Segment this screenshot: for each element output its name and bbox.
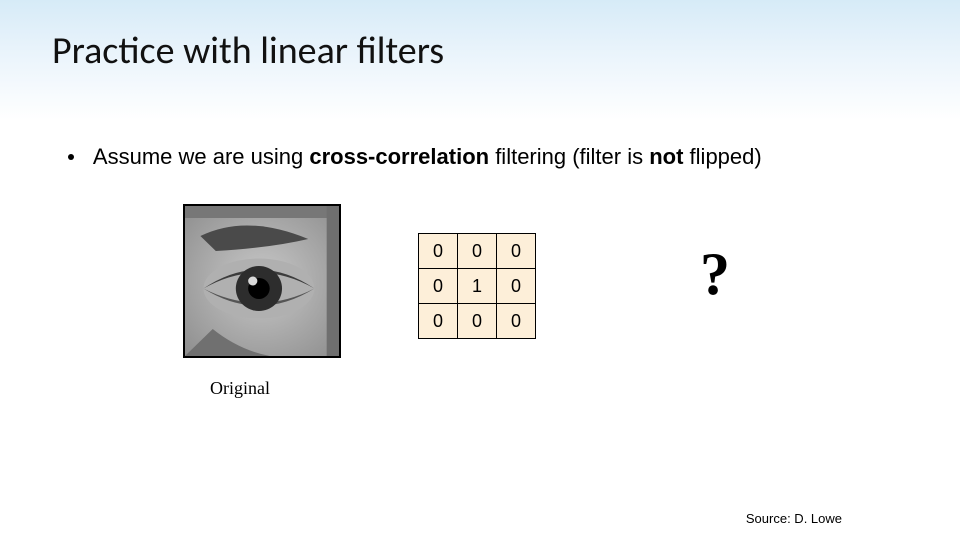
source-credit: Source: D. Lowe: [746, 511, 842, 526]
bullet-dot-icon: [68, 154, 74, 160]
kernel-cell: 1: [458, 269, 497, 304]
kernel-cell: 0: [419, 304, 458, 339]
bullet-text-mid: filtering (filter is: [489, 144, 649, 169]
bullet-line: Assume we are using cross-correlation fi…: [68, 144, 762, 170]
kernel-cell: 0: [497, 234, 536, 269]
image-caption: Original: [210, 378, 270, 399]
table-row: 0 0 0: [419, 304, 536, 339]
bullet-text-suffix: flipped): [683, 144, 761, 169]
bullet-text-prefix: Assume we are using: [93, 144, 309, 169]
bullet-bold-cross-correlation: cross-correlation: [309, 144, 489, 169]
kernel-cell: 0: [497, 304, 536, 339]
kernel-cell: 0: [419, 234, 458, 269]
original-image: [183, 204, 341, 358]
slide-title: Practice with linear filters: [52, 28, 444, 74]
table-row: 0 0 0: [419, 234, 536, 269]
filter-kernel-grid: 0 0 0 0 1 0 0 0 0: [418, 233, 536, 339]
eye-sketch-icon: [185, 206, 339, 356]
kernel-cell: 0: [458, 304, 497, 339]
bullet-bold-not: not: [649, 144, 683, 169]
table-row: 0 1 0: [419, 269, 536, 304]
kernel-cell: 0: [458, 234, 497, 269]
question-mark: ?: [700, 240, 730, 309]
kernel-cell: 0: [497, 269, 536, 304]
kernel-cell: 0: [419, 269, 458, 304]
